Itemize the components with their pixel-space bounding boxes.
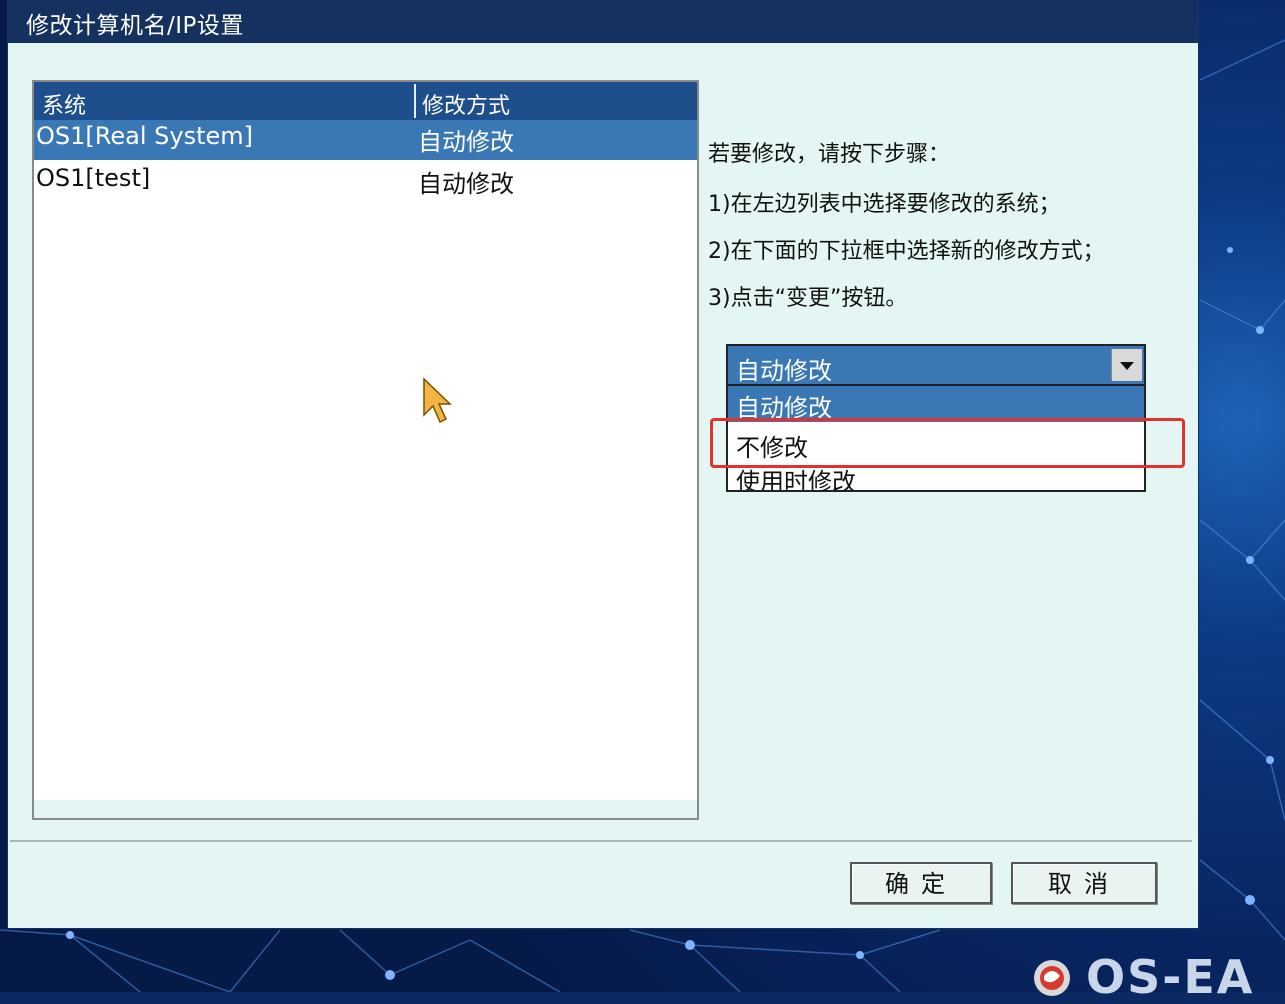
instruction-step-1: 1)在左边列表中选择要修改的系统； [708, 192, 1061, 217]
row-system: OS1[test] [36, 164, 151, 192]
row-mode: 自动修改 [418, 170, 514, 198]
combobox-value: 自动修改 [736, 357, 832, 385]
ok-button[interactable]: 确定 [850, 862, 992, 904]
dropdown-option-auto[interactable]: 自动修改 [728, 386, 1144, 422]
instruction-heading: 若要修改，请按下步骤： [708, 142, 951, 167]
instruction-step-2: 2)在下面的下拉框中选择新的修改方式； [708, 239, 1105, 264]
list-horizontal-scroll-area[interactable] [34, 800, 697, 818]
logo-text: OS-EA [1086, 950, 1255, 1004]
instruction-step-3: 3)点击“变更”按钮。 [708, 286, 908, 311]
cancel-button[interactable]: 取消 [1011, 862, 1157, 904]
dialog-divider [10, 840, 1192, 842]
column-header-mode[interactable]: 修改方式 [422, 88, 510, 120]
list-header: 系统 修改方式 [34, 82, 697, 120]
mode-combobox[interactable]: 自动修改 [726, 344, 1146, 386]
mouse-cursor-icon [423, 377, 452, 424]
highlight-annotation-box [710, 418, 1185, 468]
row-mode: 自动修改 [418, 128, 514, 156]
chevron-down-icon [1120, 362, 1134, 370]
dialog-title-bar[interactable]: 修改计算机名/IP设置 [8, 0, 1198, 43]
combobox-dropdown-button[interactable] [1111, 349, 1142, 381]
column-header-system[interactable]: 系统 [42, 88, 86, 120]
row-system: OS1[Real System] [36, 122, 253, 150]
list-row[interactable]: OS1[test] 自动修改 [34, 162, 697, 202]
dialog-title: 修改计算机名/IP设置 [26, 13, 244, 39]
list-row[interactable]: OS1[Real System] 自动修改 [34, 120, 697, 160]
system-list[interactable]: 系统 修改方式 OS1[Real System] 自动修改 OS1[test] … [32, 80, 699, 820]
column-divider[interactable] [414, 84, 416, 118]
logo-icon [1034, 960, 1070, 996]
